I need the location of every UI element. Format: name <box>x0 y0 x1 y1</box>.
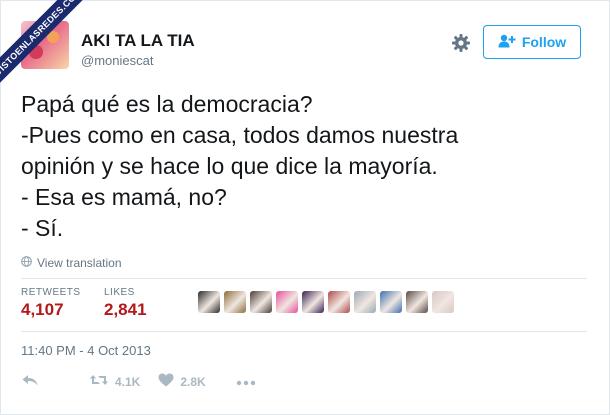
more-button[interactable] <box>236 375 256 389</box>
tweet-actions: 4.1K 2.8K <box>21 373 256 390</box>
likes-stat[interactable]: LIKES 2,841 <box>104 287 147 320</box>
settings-gear-icon[interactable] <box>451 33 471 53</box>
liker-avatar[interactable] <box>224 291 246 313</box>
tweet-line: Papá qué es la democracia? <box>21 91 313 117</box>
heart-icon <box>158 373 174 390</box>
follow-button[interactable]: Follow <box>483 25 581 59</box>
divider <box>21 278 587 279</box>
liker-avatar[interactable] <box>198 291 220 313</box>
follow-button-label: Follow <box>521 34 567 50</box>
view-translation-label: View translation <box>37 256 122 270</box>
more-dots-icon <box>236 375 256 389</box>
globe-icon <box>21 256 32 270</box>
tweet-line: - Esa es mamá, no? <box>21 184 227 210</box>
likes-value: 2,841 <box>104 300 147 319</box>
like-button[interactable]: 2.8K <box>158 373 206 390</box>
like-count: 2.8K <box>180 374 206 389</box>
liker-avatar[interactable] <box>276 291 298 313</box>
likes-label: LIKES <box>104 287 135 298</box>
liker-avatars <box>198 291 454 313</box>
user-handle[interactable]: @moniescat <box>81 53 153 68</box>
retweet-icon <box>89 373 109 390</box>
tweet-timestamp[interactable]: 11:40 PM - 4 Oct 2013 <box>21 343 151 358</box>
retweet-count: 4.1K <box>115 374 141 389</box>
follow-person-plus-icon <box>498 34 516 51</box>
liker-avatar[interactable] <box>406 291 428 313</box>
tweet-text: Papá qué es la democracia? -Pues como en… <box>21 89 581 244</box>
retweet-button[interactable]: 4.1K <box>89 373 140 390</box>
liker-avatar[interactable] <box>354 291 376 313</box>
divider <box>21 331 587 332</box>
reply-icon <box>21 373 39 390</box>
retweets-value: 4,107 <box>21 300 64 319</box>
display-name[interactable]: AKI TA LA TIA <box>81 31 195 51</box>
liker-avatar[interactable] <box>380 291 402 313</box>
liker-avatar[interactable] <box>328 291 350 313</box>
liker-avatar[interactable] <box>432 291 454 313</box>
tweet-line: opinión y se hace lo que dice la mayoría… <box>21 153 438 179</box>
liker-avatar[interactable] <box>302 291 324 313</box>
tweet-line: -Pues como en casa, todos damos nuestra <box>21 122 459 148</box>
view-translation-link[interactable]: View translation <box>21 256 122 270</box>
retweets-label: RETWEETS <box>21 287 81 298</box>
liker-avatar[interactable] <box>250 291 272 313</box>
reply-button[interactable] <box>21 373 39 390</box>
tweet-line: - Sí. <box>21 215 64 241</box>
retweets-stat[interactable]: RETWEETS 4,107 <box>21 287 81 320</box>
tweet-card: VISTOENLASREDES.COM AKI TA LA TIA @monie… <box>0 0 610 415</box>
